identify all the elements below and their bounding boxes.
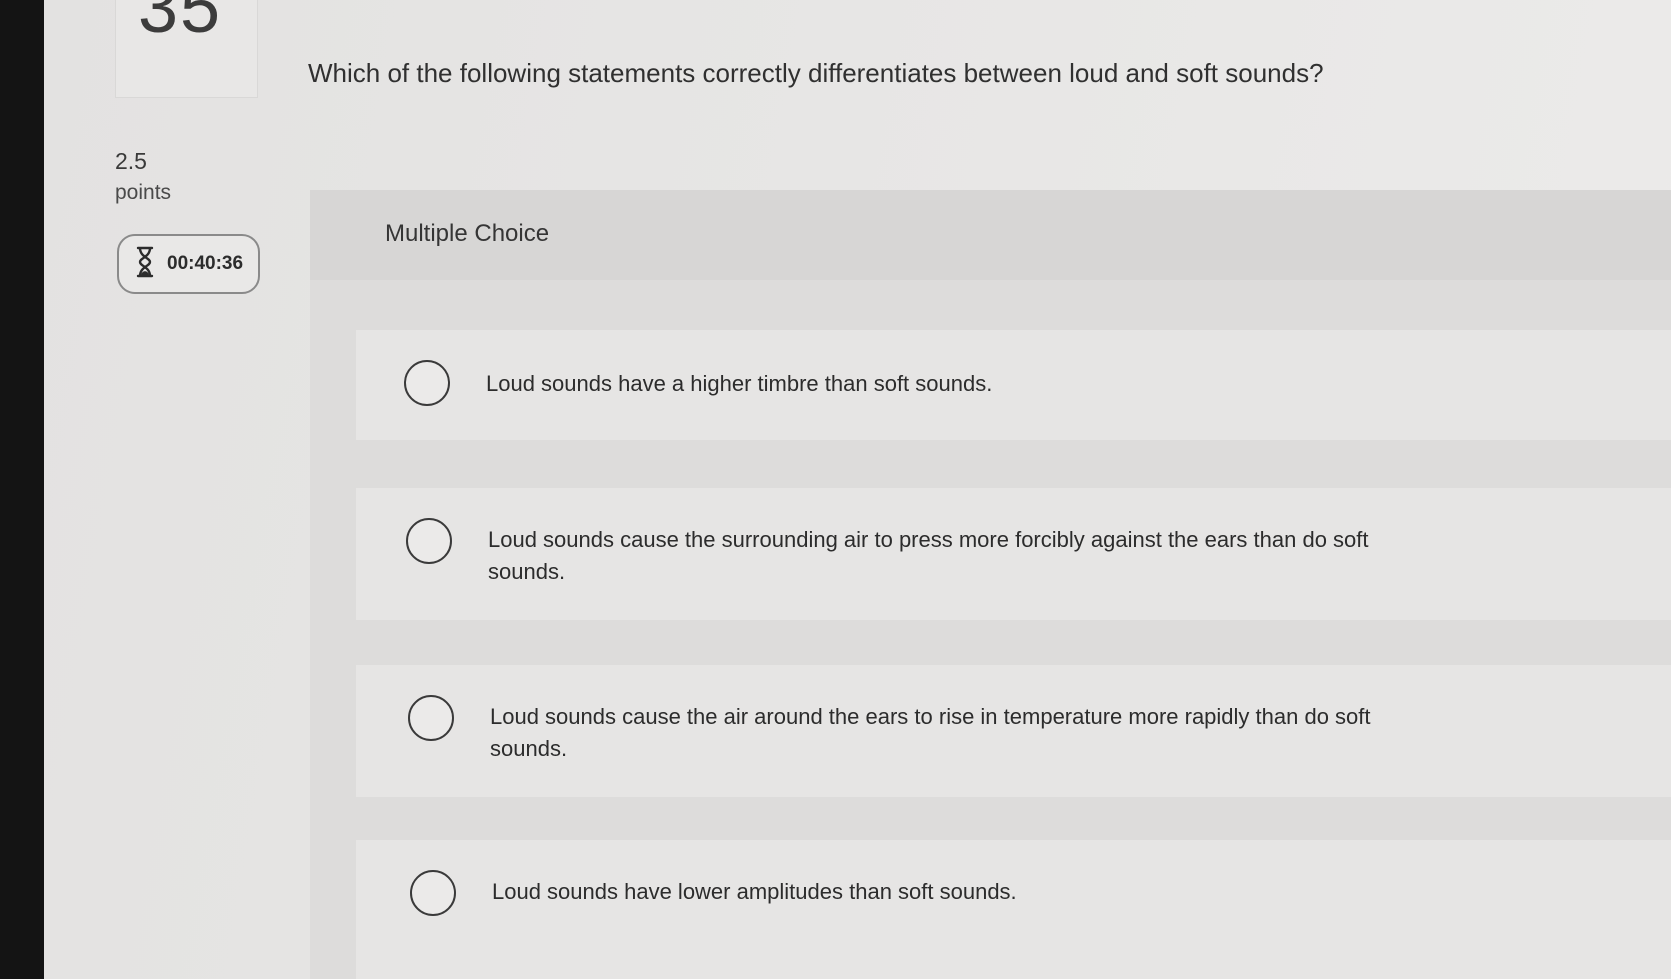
question-number: 35 — [138, 0, 223, 48]
points-value: 2.5 — [115, 148, 147, 174]
timer-value: 00:40:36 — [167, 253, 244, 274]
answer-option-text: Loud sounds cause the air around the ear… — [490, 704, 1371, 761]
timer-badge: 00:40:36 — [117, 234, 260, 294]
radio-button[interactable] — [408, 695, 454, 741]
screen-bezel — [0, 0, 44, 979]
answer-option[interactable]: Loud sounds have a higher timbre than so… — [356, 330, 1671, 440]
radio-button[interactable] — [410, 870, 456, 916]
answer-option[interactable]: Loud sounds cause the air around the ear… — [356, 665, 1671, 797]
answer-option[interactable]: Loud sounds have lower amplitudes than s… — [356, 840, 1671, 979]
radio-button[interactable] — [406, 518, 452, 564]
answer-option-text: Loud sounds have a higher timbre than so… — [486, 371, 993, 396]
radio-button[interactable] — [404, 360, 450, 406]
hourglass-icon — [133, 245, 157, 284]
question-type-label: Multiple Choice — [385, 220, 550, 247]
answer-option[interactable]: Loud sounds cause the surrounding air to… — [356, 488, 1671, 620]
question-text: Which of the following statements correc… — [308, 58, 1324, 88]
answer-option-text: Loud sounds have lower amplitudes than s… — [492, 879, 1017, 904]
answer-option-text: Loud sounds cause the surrounding air to… — [488, 527, 1369, 584]
points-label: points — [115, 181, 172, 204]
